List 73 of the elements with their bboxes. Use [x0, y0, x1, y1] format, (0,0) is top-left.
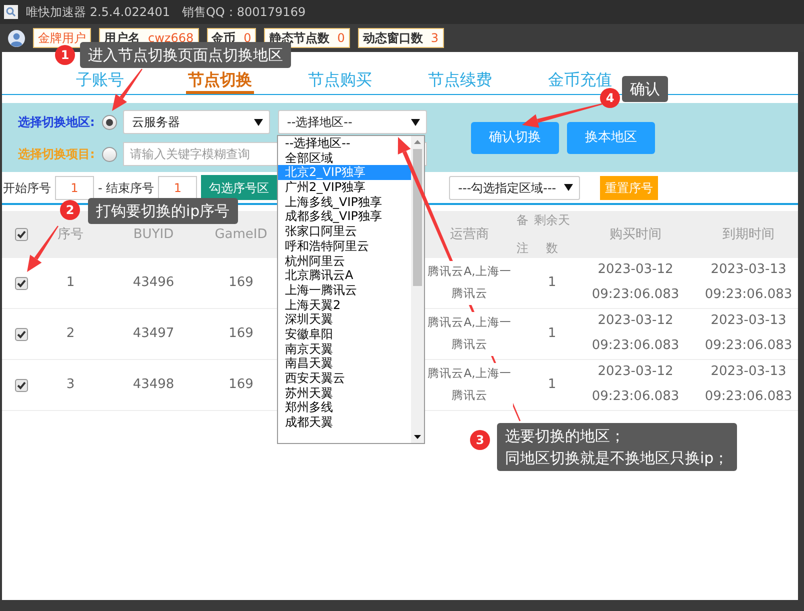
- table-cell-text: 2023-03-13 09:23:06.083: [704, 261, 794, 304]
- user-avatar-icon: [8, 30, 25, 46]
- dropdown-option[interactable]: 呼和浩特阿里云: [278, 238, 411, 254]
- region-select[interactable]: --选择地区--: [278, 110, 427, 134]
- callout-text: 打钩要切换的ip序号: [88, 198, 238, 224]
- field-label: - 结束序号: [98, 180, 154, 196]
- callout-text: 进入节点切换页面点切换地区: [80, 42, 291, 68]
- column-header: 剩余天数: [532, 211, 572, 258]
- table-cell-text: 1: [548, 376, 556, 394]
- dropdown-option[interactable]: 南京天翼: [278, 342, 411, 356]
- user-tier-badge: 金牌用户: [33, 28, 91, 48]
- dropdown-option[interactable]: 杭州阿里云: [278, 254, 411, 268]
- dropdown-option[interactable]: 苏州天翼: [278, 386, 411, 400]
- select-all-checkbox[interactable]: [14, 228, 28, 241]
- window-title: 唯快加速器 2.5.4.022401: [26, 4, 170, 21]
- callout-text: 同地区切换就是不换地区只换ip；: [505, 448, 729, 469]
- table-cell-text: 169: [228, 376, 254, 394]
- field-label: 选择切换地区:: [18, 114, 96, 131]
- table-cell-text: 2023-03-12 09:23:06.083: [590, 363, 680, 406]
- caret-icon: [411, 118, 420, 126]
- field-label: 选择切换项目:: [18, 146, 96, 163]
- table-cell-text: 1: [548, 274, 556, 292]
- radio-button[interactable]: [102, 114, 117, 130]
- table-cell-text: 169: [228, 324, 254, 343]
- dropdown-option[interactable]: 深圳天翼: [278, 312, 411, 327]
- sales-contact: 销售QQ：800179169: [182, 4, 306, 21]
- stat-label: 动态窗口数: [362, 30, 423, 47]
- table-cell-text: 2023-03-13 09:23:06.083: [704, 363, 794, 406]
- caret-icon: [564, 184, 574, 191]
- column-header: 运营商: [426, 211, 513, 258]
- table-cell-text: 2: [66, 324, 75, 343]
- table-cell: 腾讯云A,上海一腾讯云: [426, 363, 513, 407]
- table-cell-text: 1: [66, 274, 75, 292]
- dropdown-option[interactable]: 成都多线_VIP独享: [278, 209, 411, 224]
- row-checkbox[interactable]: [14, 378, 28, 392]
- stat-value: 3: [430, 30, 439, 47]
- area-select[interactable]: ---勾选指定区域---: [449, 176, 580, 200]
- table-cell-text: 43497: [132, 324, 174, 343]
- app-icon: [4, 5, 18, 19]
- radio-button[interactable]: [102, 146, 117, 162]
- row-checkbox[interactable]: [14, 276, 28, 290]
- row-checkbox[interactable]: [14, 328, 28, 340]
- table-cell-text: 3: [66, 376, 75, 394]
- dropdown-option[interactable]: 西安天翼云: [278, 371, 411, 386]
- callout-text: 选要切换的地区；: [505, 426, 626, 447]
- dropdown-option[interactable]: 成都天翼: [278, 415, 411, 430]
- table-cell: 腾讯云A,上海一腾讯云: [426, 261, 513, 305]
- dropdown-option[interactable]: 郑州多线: [278, 400, 411, 416]
- dropdown-option[interactable]: 张家口阿里云: [278, 224, 411, 239]
- table-cell-text: 2023-03-13 09:23:06.083: [704, 312, 794, 355]
- field-label: 开始序号: [3, 180, 51, 196]
- callout-text: 确认: [622, 76, 668, 102]
- column-header: 备注: [513, 211, 532, 258]
- caret-icon: [254, 118, 263, 126]
- dropdown-option[interactable]: 南昌天翼: [278, 356, 411, 371]
- dropdown-option[interactable]: 上海天翼2: [278, 298, 411, 312]
- table-cell-text: 2023-03-12 09:23:06.083: [590, 312, 680, 355]
- arrow: [27, 226, 58, 272]
- table-cell-text: 43498: [132, 376, 174, 394]
- dropdown-option[interactable]: 上海一腾讯云: [278, 282, 411, 298]
- type-select[interactable]: 云服务器: [123, 110, 270, 134]
- stat-value: 0: [337, 30, 345, 47]
- table-cell: 腾讯云A,上海一腾讯云: [426, 312, 513, 356]
- scrollbar-thumb[interactable]: [413, 149, 422, 286]
- table-cell-text: 2023-03-12 09:23:06.083: [590, 261, 680, 304]
- dropdown-option[interactable]: 全部区域: [278, 150, 411, 166]
- dropdown-option[interactable]: 安徽阜阳: [278, 326, 411, 342]
- table-cell-text: 1: [548, 324, 556, 343]
- table-cell-text: 43496: [132, 274, 174, 292]
- dropdown-option[interactable]: 北京腾讯云A: [278, 268, 411, 283]
- column-header: 购买时间: [572, 211, 699, 258]
- table-cell-text: 169: [228, 274, 254, 292]
- column-header: 到期时间: [699, 211, 798, 258]
